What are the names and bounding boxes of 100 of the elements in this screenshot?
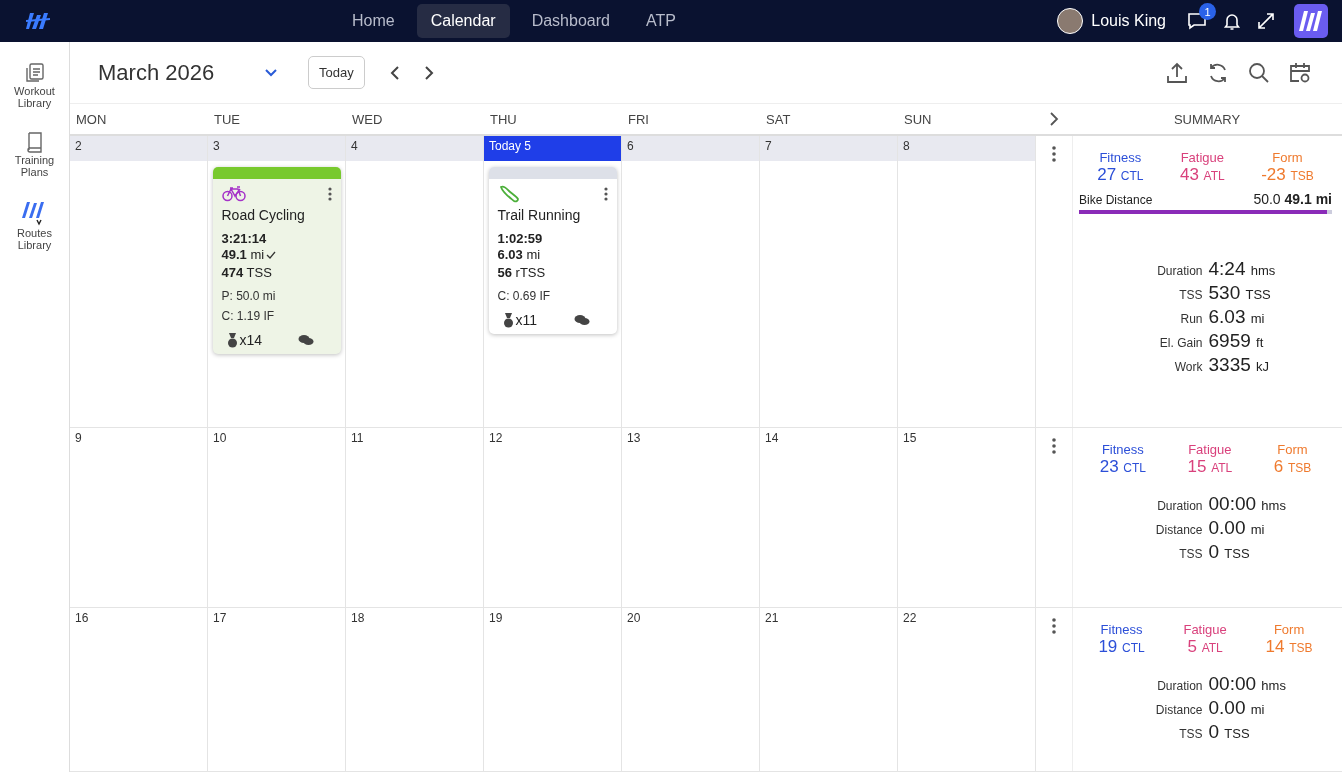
metric-label: Fatigue (1183, 622, 1227, 637)
calendar-settings-icon[interactable] (1288, 60, 1312, 85)
shoe-icon (497, 184, 520, 204)
kebab-menu-icon[interactable] (603, 187, 608, 201)
day-header: FRI (627, 111, 650, 127)
app-logo-icon[interactable] (1294, 4, 1328, 38)
metric-value: 43 ATL (1179, 165, 1225, 185)
chevron-left-icon[interactable] (388, 64, 401, 81)
workout-duration: 3:21:14 (221, 231, 268, 246)
workout-detail: P: 50.0 mi (221, 288, 277, 305)
stat-label: TSS (1178, 727, 1203, 741)
checkmark-icon (266, 251, 277, 259)
day-header: TUE (213, 111, 241, 127)
expand-icon[interactable] (1256, 11, 1276, 31)
metric-value: 19 CTL (1098, 637, 1145, 657)
stat-value: 0.00 mi (1208, 517, 1266, 539)
stat-value: 4:24 hms (1208, 258, 1277, 280)
sidebar-item-label[interactable]: Training Plans (8, 155, 61, 179)
stat-label: El. Gain (1158, 336, 1203, 350)
metric-label: Fatigue (1188, 442, 1232, 457)
metric-label: Fitness (1100, 622, 1143, 637)
stat-value: 00:00 hms (1208, 493, 1287, 515)
goal-value: 50.0 49.1 mi (1253, 191, 1332, 207)
metric-value: 27 CTL (1097, 165, 1144, 185)
nav-tab[interactable]: ATP (631, 4, 690, 38)
stat-value: 00:00 hms (1208, 673, 1287, 695)
workout-card[interactable]: Road Cycling 3:21:14 49.1 mi 474 TSS P: 50.0 mi C: 1.19 IF x14 (212, 167, 341, 354)
stat-label: TSS (1178, 547, 1203, 561)
kebab-menu-icon[interactable] (1052, 618, 1056, 634)
stat-label: Distance (1154, 703, 1203, 717)
metric-label: Fitness (1101, 442, 1144, 457)
logo-icon[interactable] (26, 11, 50, 31)
document-list-icon[interactable] (23, 62, 46, 84)
workout-title: Trail Running (497, 207, 582, 223)
workout-detail: C: 1.19 IF (221, 308, 276, 325)
upload-icon[interactable] (1165, 60, 1189, 85)
nav-tab[interactable]: Home (338, 4, 409, 38)
search-icon[interactable] (1247, 60, 1271, 85)
kebab-menu-icon[interactable] (1052, 438, 1056, 454)
day-number[interactable]: 2 (70, 136, 207, 161)
day-number[interactable]: 8 (898, 136, 1035, 161)
workout-detail: C: 0.69 IF (497, 288, 552, 305)
sidebar-item-label[interactable]: Workout Library (8, 86, 61, 110)
day-header: SUN (903, 111, 933, 127)
day-number[interactable]: 4 (346, 136, 483, 161)
kebab-menu-icon[interactable] (327, 187, 332, 201)
workout-tss: 56 rTSS (497, 264, 547, 282)
stat-label: Run (1179, 312, 1203, 326)
sidebar-item-label[interactable]: Routes Library (8, 228, 61, 252)
medal-count: x14 (239, 332, 263, 348)
workout-title: Road Cycling (221, 207, 306, 223)
comments-icon[interactable] (573, 314, 590, 326)
stat-value: 0.00 mi (1208, 697, 1266, 719)
metric-label: Fitness (1099, 150, 1142, 165)
day-number[interactable]: 7 (760, 136, 897, 161)
comments-icon[interactable] (297, 334, 314, 346)
stat-label: Duration (1156, 264, 1203, 278)
bicycle-icon (221, 186, 246, 202)
day-number[interactable]: 3 (208, 136, 345, 161)
today-button[interactable]: Today (308, 56, 365, 89)
metric-label: Fatigue (1180, 150, 1224, 165)
metric-value: 14 TSB (1265, 637, 1313, 657)
goal-label: Bike Distance (1079, 193, 1153, 207)
chevron-right-icon[interactable] (422, 64, 435, 81)
book-icon[interactable] (24, 131, 45, 154)
day-number[interactable]: Today 5 (484, 136, 621, 161)
stat-label: TSS (1178, 288, 1203, 302)
workout-distance: 49.1 mi (221, 246, 265, 264)
nav-tab[interactable]: Calendar (416, 4, 510, 38)
day-header: THU (489, 111, 518, 127)
medal-icon (502, 312, 514, 328)
metric-value: -23 TSB (1261, 165, 1314, 185)
metric-value: 6 TSB (1273, 457, 1312, 477)
workout-card[interactable]: Trail Running 1:02:59 6.03 mi 56 rTSS C: 0.69 IF x11 (488, 167, 617, 334)
stat-label: Duration (1156, 499, 1203, 513)
chevron-right-icon[interactable] (1049, 112, 1059, 126)
workout-duration: 1:02:59 (497, 231, 544, 246)
metric-value: 23 CTL (1099, 457, 1147, 477)
stat-value: 0 TSS (1208, 721, 1251, 743)
day-header: SAT (765, 111, 792, 127)
notification-badge: 1 (1199, 3, 1216, 20)
day-number[interactable]: 6 (622, 136, 759, 161)
metric-value: 5 ATL (1187, 637, 1223, 657)
medal-count: x11 (515, 312, 538, 328)
chevron-down-icon[interactable] (264, 67, 278, 78)
day-header: WED (351, 111, 384, 127)
stat-label: Work (1173, 360, 1203, 374)
day-header: MON (75, 111, 108, 127)
user-name[interactable]: Louis King (1091, 12, 1166, 30)
medal-icon (226, 332, 238, 348)
nav-tab[interactable]: Dashboard (517, 4, 624, 38)
bell-icon[interactable] (1222, 11, 1242, 31)
stat-value: 6959 ft (1208, 330, 1265, 352)
metric-value: 15 ATL (1187, 457, 1233, 477)
stat-value: 0 TSS (1208, 541, 1251, 563)
workout-distance: 6.03 mi (497, 246, 541, 264)
stat-value: 3335 kJ (1208, 354, 1271, 376)
kebab-menu-icon[interactable] (1052, 146, 1056, 162)
stat-value: 530 TSS (1208, 282, 1272, 304)
avatar-icon[interactable] (1057, 8, 1084, 34)
